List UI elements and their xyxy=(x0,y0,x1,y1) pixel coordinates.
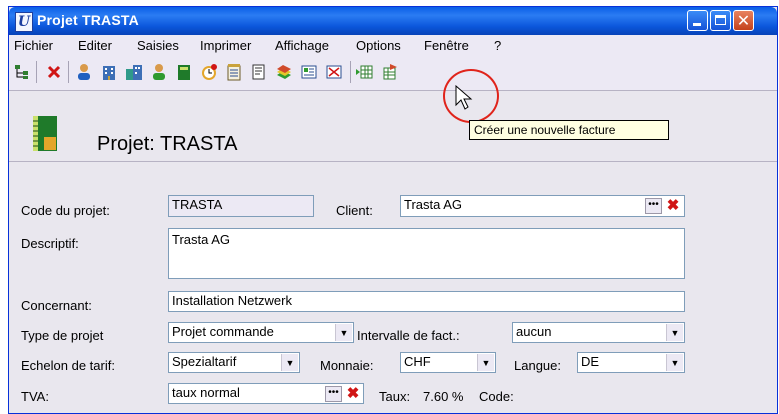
intervalle-select[interactable]: aucun ▼ xyxy=(512,322,685,343)
code-field[interactable]: TRASTA xyxy=(168,195,314,217)
taux-label: Taux: xyxy=(379,389,411,404)
menu-affichage[interactable]: Affichage xyxy=(275,38,329,53)
monnaie-value: CHF xyxy=(404,354,431,369)
concernant-field[interactable]: Installation Netzwerk xyxy=(168,291,685,312)
monnaie-label: Monnaie: xyxy=(320,358,374,373)
close-button[interactable]: ✕ xyxy=(733,10,754,31)
delete-icon[interactable] xyxy=(45,63,63,81)
menu-options[interactable]: Options xyxy=(356,38,401,53)
client-clear-icon[interactable]: ✖ xyxy=(665,198,681,214)
application-window: U Projet TRASTA ✕ Fichier Editer Saisies… xyxy=(8,6,778,414)
descriptif-label: Descriptif: xyxy=(21,236,79,251)
close-icon: ✕ xyxy=(736,11,751,30)
langue-select[interactable]: DE ▼ xyxy=(577,352,685,373)
mouse-cursor-icon xyxy=(454,84,474,111)
book-icon[interactable] xyxy=(175,63,193,81)
type-label: Type de projet xyxy=(21,328,104,343)
langue-label: Langue: xyxy=(514,358,561,373)
taux-value: 7.60 % xyxy=(423,389,464,404)
intervalle-label: Intervalle de fact.: xyxy=(357,328,460,343)
client-label: Client: xyxy=(336,203,373,218)
buildings-icon[interactable] xyxy=(125,63,143,81)
export-icon[interactable] xyxy=(381,63,399,81)
invoice-icon[interactable] xyxy=(300,63,318,81)
client-value: Trasta AG xyxy=(404,197,463,212)
toolbar xyxy=(9,55,777,91)
person-icon[interactable] xyxy=(75,63,93,81)
tva-browse-button[interactable]: ••• xyxy=(325,386,342,402)
document-icon[interactable] xyxy=(250,63,268,81)
chevron-down-icon[interactable]: ▼ xyxy=(666,354,683,371)
maximize-button[interactable] xyxy=(710,10,731,31)
chevron-down-icon[interactable]: ▼ xyxy=(477,354,494,371)
window-title: Projet TRASTA xyxy=(37,12,139,28)
building-icon[interactable] xyxy=(100,63,118,81)
maximize-icon xyxy=(715,15,726,25)
type-select[interactable]: Projet commande ▼ xyxy=(168,322,354,343)
client-field[interactable]: Trasta AG ••• ✖ xyxy=(400,195,685,217)
grid-icon[interactable] xyxy=(355,63,373,81)
title-bar[interactable]: U Projet TRASTA ✕ xyxy=(9,7,777,35)
chevron-down-icon[interactable]: ▼ xyxy=(281,354,298,371)
monnaie-select[interactable]: CHF ▼ xyxy=(400,352,496,373)
minimize-icon xyxy=(693,23,701,26)
menu-help[interactable]: ? xyxy=(494,38,501,53)
client-browse-button[interactable]: ••• xyxy=(645,198,662,214)
tva-code-label: Code: xyxy=(479,389,514,404)
tva-clear-icon[interactable]: ✖ xyxy=(345,386,361,402)
page-title: Projet: TRASTA xyxy=(97,133,238,155)
tooltip: Créer une nouvelle facture xyxy=(469,120,669,140)
tva-field[interactable]: taux normal ••• ✖ xyxy=(168,383,364,404)
menu-editer[interactable]: Editer xyxy=(78,38,112,53)
langue-value: DE xyxy=(581,354,600,369)
chevron-down-icon[interactable]: ▼ xyxy=(335,324,352,341)
type-value: Projet commande xyxy=(172,324,274,339)
calendar-icon[interactable] xyxy=(225,63,243,81)
menu-saisies[interactable]: Saisies xyxy=(137,38,179,53)
menu-bar: Fichier Editer Saisies Imprimer Affichag… xyxy=(9,35,777,55)
intervalle-value: aucun xyxy=(516,324,552,339)
tva-value: taux normal xyxy=(172,385,240,400)
new-invoice-icon[interactable] xyxy=(325,63,343,81)
stack-icon[interactable] xyxy=(275,63,293,81)
concernant-label: Concernant: xyxy=(21,298,92,313)
echelon-select[interactable]: Spezialtarif ▼ xyxy=(168,352,300,373)
person-green-icon[interactable] xyxy=(150,63,168,81)
menu-fenetre[interactable]: Fenêtre xyxy=(424,38,469,53)
project-book-icon xyxy=(31,115,61,153)
menu-fichier[interactable]: Fichier xyxy=(14,38,53,53)
clock-icon[interactable] xyxy=(200,63,218,81)
descriptif-field[interactable]: Trasta AG xyxy=(168,228,685,279)
app-icon: U xyxy=(15,12,33,32)
chevron-down-icon[interactable]: ▼ xyxy=(666,324,683,341)
project-form: Code du projet: TRASTA Client: Trasta AG… xyxy=(9,162,777,413)
tva-label: TVA: xyxy=(21,389,49,404)
echelon-label: Echelon de tarif: xyxy=(21,358,115,373)
echelon-value: Spezialtarif xyxy=(172,354,237,369)
minimize-button[interactable] xyxy=(687,10,708,31)
menu-imprimer[interactable]: Imprimer xyxy=(200,38,251,53)
code-label: Code du projet: xyxy=(21,203,110,218)
tree-icon[interactable] xyxy=(13,63,31,81)
